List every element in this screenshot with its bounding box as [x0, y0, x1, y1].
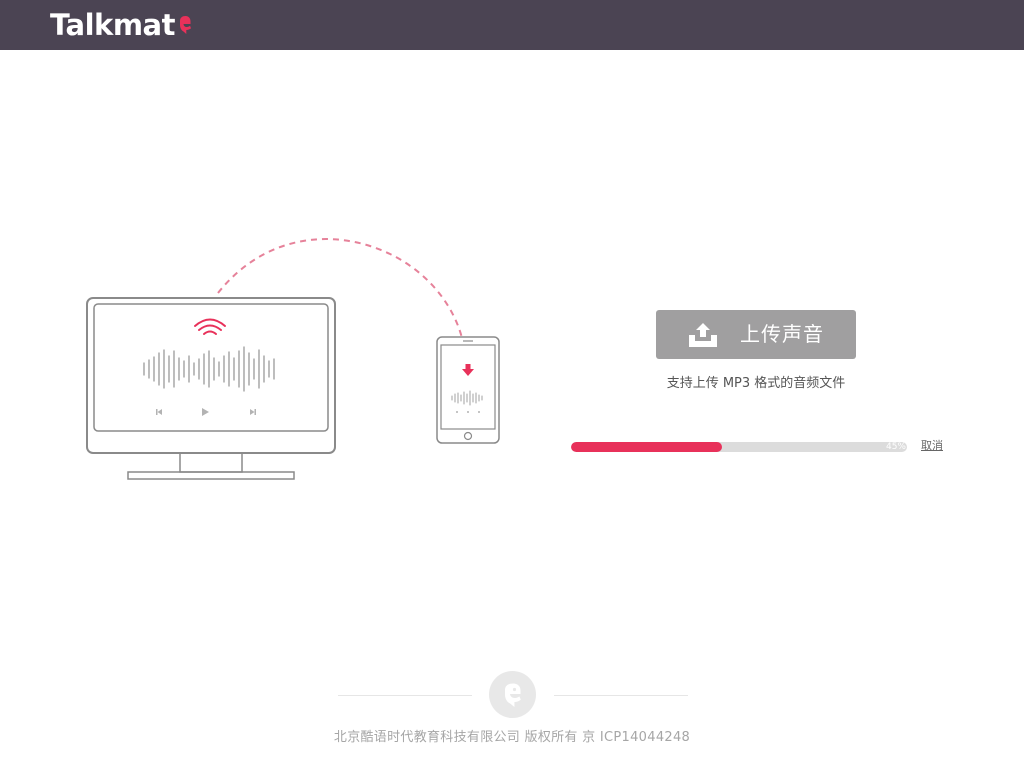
upload-format-hint: 支持上传 MP3 格式的音频文件	[666, 376, 846, 391]
top-bar: Talkmat	[0, 0, 1024, 50]
device-transfer-illustration	[86, 238, 500, 480]
footer-copyright: 北京酷语时代教育科技有限公司 版权所有 京 ICP14044248	[333, 730, 691, 745]
wifi-icon	[194, 318, 226, 335]
transfer-arc	[217, 238, 463, 339]
upload-progress-fill	[571, 442, 723, 452]
upload-audio-button[interactable]: 上传声音	[656, 310, 856, 359]
upload-button-label: 上传声音	[740, 322, 824, 346]
footer-divider-left	[338, 695, 472, 696]
waveform-icon	[143, 346, 275, 392]
previous-icon	[156, 409, 162, 415]
next-icon	[250, 409, 256, 415]
brand-e-mark-icon	[180, 16, 191, 34]
upload-progress-percent: 45%	[885, 442, 906, 452]
phone-icon	[436, 336, 500, 444]
upload-tray-icon	[689, 323, 717, 347]
play-icon	[202, 408, 209, 416]
cancel-upload-link[interactable]: 取消	[921, 439, 943, 453]
talkmate-logo-icon	[489, 671, 536, 718]
footer-divider-right	[554, 695, 688, 696]
brand-name: Talkmat	[50, 8, 176, 42]
footer-e-mark-icon	[505, 683, 521, 707]
brand-logo[interactable]: Talkmat	[50, 8, 192, 42]
upload-progress-bar	[571, 442, 907, 452]
